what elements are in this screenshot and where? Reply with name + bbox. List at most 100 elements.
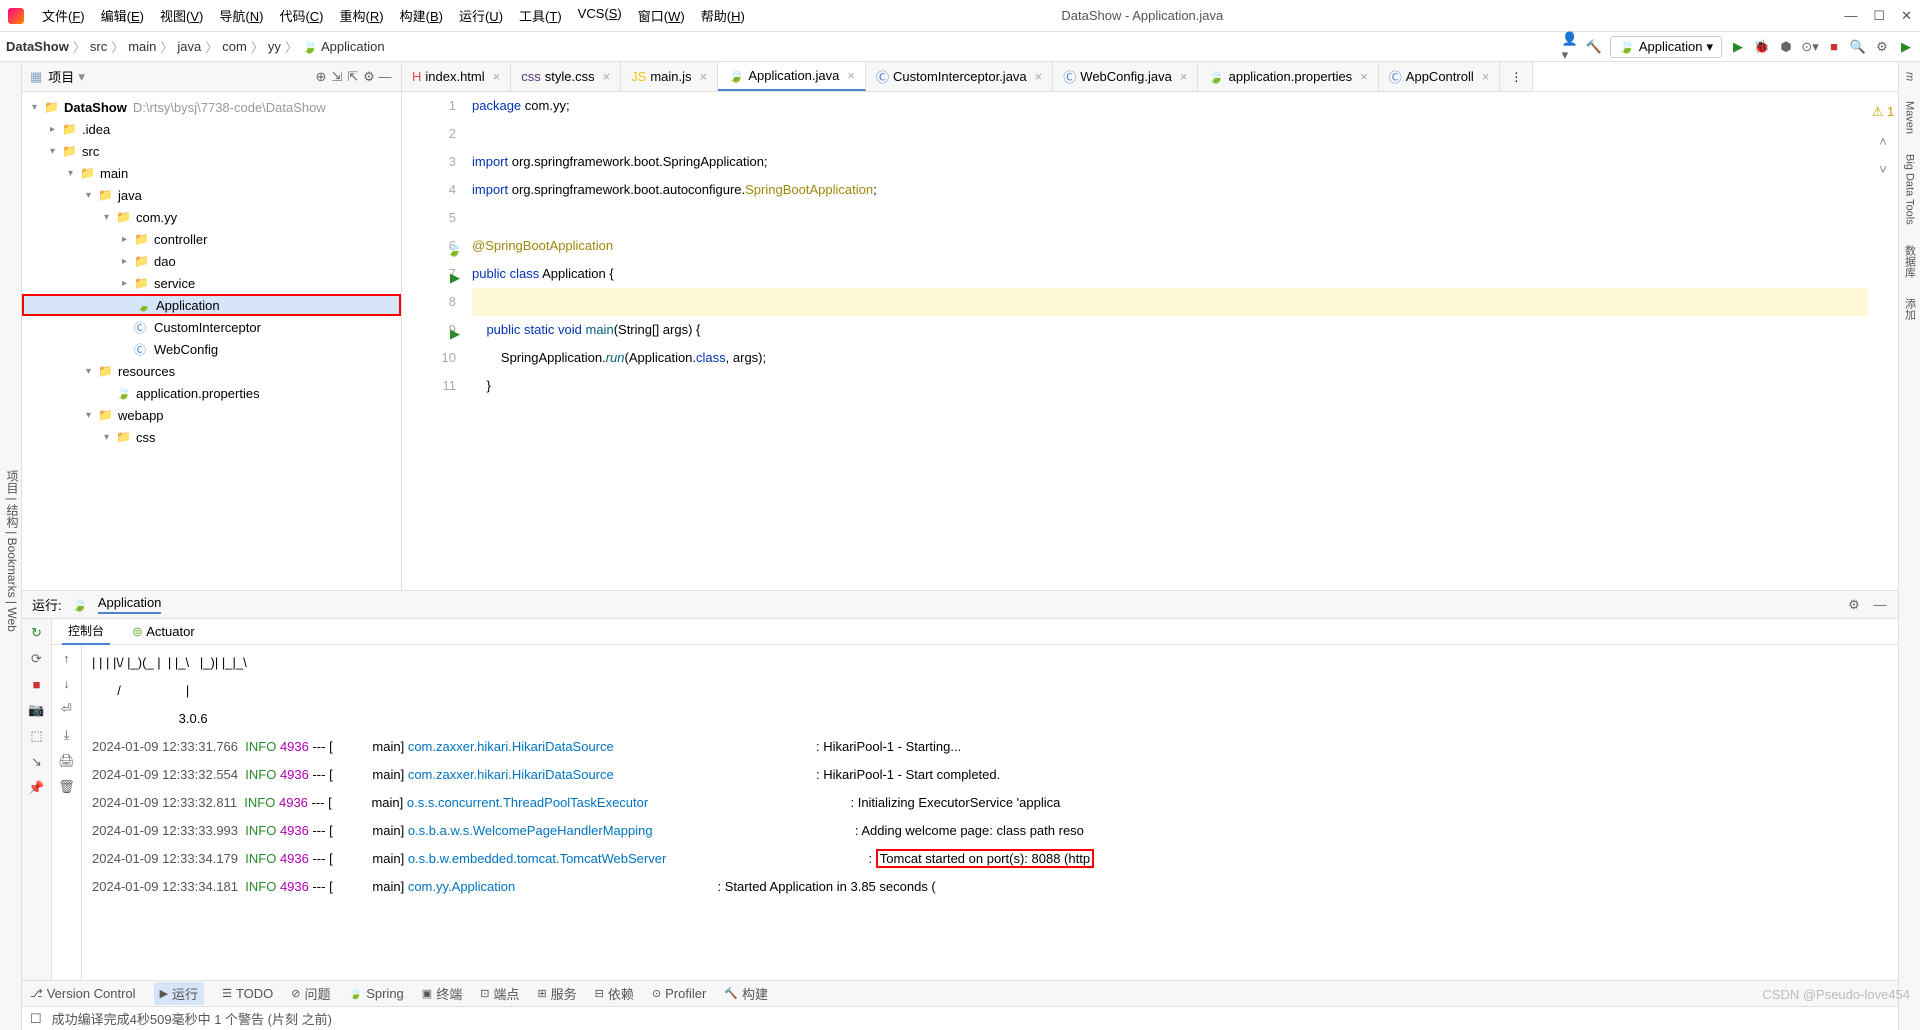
run-settings-icon[interactable]: ⚙: [1846, 597, 1862, 613]
menu-item[interactable]: 构建(B): [394, 4, 449, 27]
tree-row[interactable]: ▾📁java: [22, 184, 401, 206]
breadcrumb-item[interactable]: yy: [268, 39, 281, 54]
tree-row[interactable]: ▾📁com.yy: [22, 206, 401, 228]
pin-icon[interactable]: 📌: [28, 780, 44, 796]
profile-icon[interactable]: ⊙▾: [1802, 39, 1818, 55]
breadcrumb-item[interactable]: main: [128, 39, 156, 54]
tree-row[interactable]: 🍃Application: [22, 294, 401, 316]
bottom-tab[interactable]: ⊡ 端点: [480, 984, 519, 1003]
editor-tab[interactable]: cssstyle.css×: [511, 62, 621, 91]
bottom-tab[interactable]: ⊟ 依赖: [595, 984, 634, 1003]
wrap-icon[interactable]: ⏎: [61, 701, 72, 717]
build-icon[interactable]: 🔨: [1586, 39, 1602, 55]
editor-tab[interactable]: ⒸAppControll×: [1379, 62, 1501, 91]
bottom-tab[interactable]: 🔨 构建: [724, 984, 768, 1003]
menu-item[interactable]: 编辑(E): [95, 4, 150, 27]
tree-row[interactable]: ▾📁resources: [22, 360, 401, 382]
up-icon[interactable]: ↑: [63, 651, 70, 666]
maximize-icon[interactable]: ☐: [1873, 8, 1885, 24]
menu-item[interactable]: 视图(V): [154, 4, 209, 27]
breadcrumb[interactable]: DataShow〉src〉main〉java〉com〉yy〉🍃 Applicat…: [6, 37, 385, 56]
more-tabs-icon[interactable]: ⋮: [1500, 62, 1533, 91]
close-tab-icon[interactable]: ×: [493, 69, 501, 84]
tree-row[interactable]: ⒸWebConfig: [22, 338, 401, 360]
bottom-tab[interactable]: ⊘ 问题: [291, 984, 330, 1003]
exit-icon[interactable]: ↘: [31, 754, 42, 770]
gear-icon[interactable]: ⚙: [361, 69, 377, 85]
project-tree[interactable]: ▾📁DataShowD:\rtsy\bysj\7738-code\DataSho…: [22, 92, 401, 590]
run-hide-icon[interactable]: —: [1872, 597, 1888, 613]
run-icon[interactable]: ▶: [1730, 39, 1746, 55]
close-tab-icon[interactable]: ×: [847, 68, 855, 83]
console-tab[interactable]: 控制台: [62, 618, 110, 645]
run-config-selector[interactable]: 🍃 Application ▾: [1610, 36, 1722, 58]
close-icon[interactable]: ✕: [1901, 8, 1912, 24]
breadcrumb-item[interactable]: java: [177, 39, 201, 54]
tree-row[interactable]: ▸📁.idea: [22, 118, 401, 140]
menu-item[interactable]: 文件(F): [36, 4, 91, 27]
editor-tab[interactable]: 🍃application.properties×: [1198, 62, 1378, 91]
scroll-icon[interactable]: ⤓: [64, 727, 70, 743]
menu-item[interactable]: 运行(U): [453, 4, 509, 27]
down-icon[interactable]: ↓: [63, 676, 70, 691]
editor-tab[interactable]: 🍃Application.java×: [718, 62, 866, 91]
bottom-tab[interactable]: ⊙ Profiler: [652, 986, 706, 1001]
nav-up-icon[interactable]: ˄: [1868, 128, 1898, 156]
menu-item[interactable]: 重构(R): [334, 4, 390, 27]
left-tool-stripe[interactable]: 项目 | 结构 | Bookmarks | Web: [0, 62, 22, 1030]
warning-badge[interactable]: ⚠ 1: [1872, 104, 1895, 119]
bottom-tab[interactable]: ⊞ 服务: [537, 984, 576, 1003]
print-icon[interactable]: 🖨: [58, 753, 75, 769]
tree-row[interactable]: ▸📁service: [22, 272, 401, 294]
locate-icon[interactable]: ⊕: [313, 69, 329, 85]
gutter[interactable]: 123456🍃7▶89▶1011: [402, 92, 472, 590]
layout-icon[interactable]: ⬚: [30, 728, 42, 744]
rerun-failed-icon[interactable]: ⟳: [31, 651, 42, 667]
editor-tab[interactable]: ⒸWebConfig.java×: [1053, 62, 1198, 91]
clear-icon[interactable]: 🗑: [58, 779, 75, 795]
expand-icon[interactable]: ⇲: [329, 69, 345, 85]
user-icon[interactable]: 👤▾: [1562, 39, 1578, 55]
rerun-icon[interactable]: ↻: [31, 625, 42, 641]
bottom-tab[interactable]: ⎇ Version Control: [30, 986, 136, 1001]
console-output[interactable]: | | | |\/ |_)(_ | | |_\ |_)| |_|_\ / | 3…: [82, 645, 1898, 980]
editor-tab[interactable]: JSmain.js×: [621, 62, 718, 91]
bottom-tab[interactable]: ▶ 运行: [154, 982, 204, 1005]
menu-item[interactable]: 帮助(H): [695, 4, 751, 27]
menu-item[interactable]: 工具(T): [513, 4, 568, 27]
tree-row[interactable]: ▾📁main: [22, 162, 401, 184]
bottom-tab[interactable]: ▣ 终端: [422, 984, 462, 1003]
editor-body[interactable]: 123456🍃7▶89▶1011 package com.yy; import …: [402, 92, 1898, 590]
collapse-icon[interactable]: ⇱: [345, 69, 361, 85]
tree-row[interactable]: 🍃application.properties: [22, 382, 401, 404]
close-tab-icon[interactable]: ×: [1035, 69, 1043, 84]
settings-icon[interactable]: ⚙: [1874, 39, 1890, 55]
menu-item[interactable]: 窗口(W): [632, 4, 691, 27]
dump-icon[interactable]: 📷: [28, 702, 44, 718]
tree-row[interactable]: ▾📁src: [22, 140, 401, 162]
tree-row[interactable]: ⒸCustomInterceptor: [22, 316, 401, 338]
breadcrumb-item[interactable]: src: [90, 39, 107, 54]
nav-down-icon[interactable]: ˅: [1868, 156, 1898, 184]
coverage-icon[interactable]: ⬢: [1778, 39, 1794, 55]
breadcrumb-item[interactable]: DataShow: [6, 39, 69, 54]
run-tab-label[interactable]: Application: [98, 595, 162, 614]
close-tab-icon[interactable]: ×: [1360, 69, 1368, 84]
actuator-tab[interactable]: ⊚ Actuator: [126, 620, 201, 644]
close-tab-icon[interactable]: ×: [603, 69, 611, 84]
tree-row[interactable]: ▾📁webapp: [22, 404, 401, 426]
editor-tab[interactable]: ⒸCustomInterceptor.java×: [866, 62, 1053, 91]
run-anything-icon[interactable]: ▶: [1898, 39, 1914, 55]
minimize-icon[interactable]: —: [1844, 8, 1857, 24]
editor-tab[interactable]: Hindex.html×: [402, 62, 511, 91]
hide-icon[interactable]: —: [377, 69, 393, 85]
close-tab-icon[interactable]: ×: [700, 69, 708, 84]
debug-icon[interactable]: 🐞: [1754, 39, 1770, 55]
tree-row[interactable]: ▸📁controller: [22, 228, 401, 250]
stop-icon[interactable]: ■: [1826, 39, 1842, 55]
menu-item[interactable]: 导航(N): [213, 4, 269, 27]
code-area[interactable]: package com.yy; import org.springframewo…: [472, 92, 1868, 590]
search-icon[interactable]: 🔍: [1850, 39, 1866, 55]
stop-run-icon[interactable]: ■: [33, 677, 41, 692]
right-tool-stripe[interactable]: m Maven Big Data Tools 数据库 添加: [1898, 62, 1920, 1030]
